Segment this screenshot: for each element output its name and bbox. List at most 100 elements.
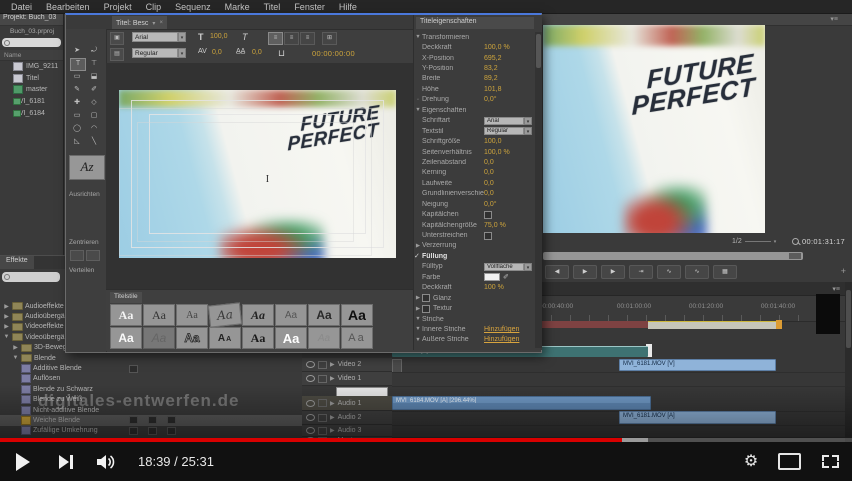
title-style-swatch-7[interactable]: Aa [308, 304, 340, 326]
twisty-icon[interactable]: ▼ [414, 337, 422, 343]
chevron-down-icon[interactable]: ▾ [178, 48, 186, 58]
chevron-down-icon[interactable]: ▾ [524, 262, 532, 271]
center-horizontal-button[interactable] [70, 250, 84, 261]
twisty-icon[interactable]: ▼ [414, 326, 422, 332]
chevron-down-icon[interactable]: ▾ [524, 127, 532, 136]
title-style-swatch-4[interactable]: Aa [207, 302, 243, 328]
transition-item-nicht-additive-blende[interactable]: Nicht-additive Blende [0, 405, 302, 415]
twisty-icon[interactable]: ▶ [414, 243, 422, 249]
project-item-master[interactable]: master [0, 84, 63, 96]
title-style-swatch-3[interactable]: Aa [176, 304, 208, 326]
align-right-button[interactable]: ≡ [300, 32, 315, 45]
prop-value[interactable]: 0,0 [484, 180, 494, 187]
monitor-timecode[interactable]: 00:01:31:17 [802, 237, 845, 246]
menu-item-bearbeiten[interactable]: Bearbeiten [39, 2, 97, 12]
timeline-vertical-scrollbar[interactable] [845, 282, 852, 443]
lock-icon[interactable] [318, 426, 327, 435]
menu-item-fenster[interactable]: Fenster [287, 2, 332, 12]
twisty-icon[interactable]: ▶ [414, 306, 422, 312]
add-stroke-link[interactable]: Hinzufügen [484, 336, 519, 343]
new-title-button[interactable]: ▣ [110, 32, 124, 45]
export-frame-button[interactable]: ▦ [713, 264, 737, 279]
twisty-icon[interactable]: ▶ [3, 303, 10, 310]
prop-value[interactable]: 0,0 [484, 169, 494, 176]
monitor-zoom-scrollbar[interactable] [543, 252, 803, 260]
zoom-level-dropdown[interactable]: 1/2 ▾ [732, 238, 776, 245]
rotation-tool[interactable]: ⤾ [87, 45, 101, 56]
title-style-swatch-2[interactable]: Aa [143, 304, 175, 326]
zoom-slider[interactable] [744, 241, 771, 242]
prop-value[interactable]: 695,2 [484, 55, 502, 62]
track-header-video-1[interactable]: ▶ Video 1 [302, 372, 392, 386]
twisty-icon[interactable]: ▶ [330, 361, 335, 368]
transition-item-blende-zu-schwarz[interactable]: Blende zu Schwarz [0, 384, 302, 394]
twisty-icon[interactable]: ▼ [414, 107, 422, 113]
checkbox[interactable] [422, 294, 430, 303]
eye-icon[interactable] [306, 414, 315, 421]
scrollbar-thumb[interactable] [536, 34, 541, 68]
delete-anchor-tool[interactable]: ◇ [87, 97, 101, 108]
menu-item-titel[interactable]: Titel [257, 2, 288, 12]
prop-value[interactable]: 0,0° [484, 96, 497, 103]
wedge-tool[interactable]: ◺ [70, 136, 84, 147]
arc-tool[interactable]: ◠ [87, 123, 101, 134]
checkbox[interactable] [484, 210, 492, 219]
prop-value[interactable]: 83,2 [484, 65, 498, 72]
title-properties-tab[interactable]: Titeleigenschaften [416, 17, 534, 29]
line-tool[interactable]: ╲ [87, 136, 101, 147]
project-search-input[interactable] [2, 38, 61, 47]
twisty-icon[interactable]: ▶ [414, 295, 422, 301]
lock-icon[interactable] [318, 413, 327, 422]
twisty-icon[interactable]: ▼ [414, 316, 422, 322]
checkbox[interactable] [484, 231, 492, 240]
transition-item-weiche-blende[interactable]: Weiche Blende [0, 415, 302, 426]
align-center-button[interactable]: ≡ [284, 32, 299, 45]
miniplayer-button[interactable] [770, 443, 808, 481]
twisty-icon[interactable]: ▼ [12, 355, 19, 361]
align-left-button[interactable]: ≡ [268, 32, 283, 45]
menu-item-hilfe[interactable]: Hilfe [332, 2, 364, 12]
twisty-icon[interactable]: ▶ [330, 375, 335, 382]
title-style-swatch-8[interactable]: Aa [341, 304, 373, 326]
prop-value[interactable]: 100,0 [484, 138, 502, 145]
eye-icon[interactable] [306, 427, 315, 434]
timeline-clip-mvi-6181-mov-a[interactable]: MVI_6181.MOV [A] [619, 411, 776, 424]
add-button[interactable]: + [841, 266, 846, 276]
title-style-swatch-14[interactable]: Aa [275, 327, 307, 349]
project-item-img-9211[interactable]: IMG_9211 [0, 61, 63, 73]
twisty-icon[interactable]: ▶ [12, 344, 19, 351]
project-item-mvi-6184[interactable]: MVI_6184 [0, 107, 63, 119]
chevron-down-icon[interactable]: ▾ [524, 116, 532, 125]
chevron-down-icon[interactable]: ▾ [178, 32, 186, 42]
lock-icon[interactable] [318, 360, 327, 369]
schriftart-select[interactable]: Arial [484, 116, 524, 125]
play-button[interactable]: ▶ [573, 264, 597, 279]
twisty-icon[interactable]: ▶ [3, 313, 10, 320]
twisty-icon[interactable]: ▼ [3, 334, 10, 340]
prop-value[interactable]: 75,0 % [484, 222, 506, 229]
roll-crawl-options-button[interactable]: ▤ [110, 48, 124, 61]
step-back-button[interactable]: ◀ [545, 264, 569, 279]
effects-group-blende[interactable]: ▼ Blende [0, 353, 302, 363]
transition-item-zuf-llige-umkehrung[interactable]: Zufällige Umkehrung [0, 426, 302, 436]
close-icon[interactable]: × [159, 20, 163, 26]
project-item-mvi-6181[interactable]: MVI_6181 [0, 96, 63, 108]
go-to-edit-button[interactable]: ⇥ [629, 264, 653, 279]
menu-item-clip[interactable]: Clip [139, 2, 169, 12]
rectangle-tool[interactable]: ▭ [70, 110, 84, 121]
title-styles-tab[interactable]: Titelstile [110, 292, 142, 303]
project-item-titel[interactable]: Titel [0, 73, 63, 85]
checked-icon[interactable]: ✓ [414, 252, 422, 260]
eyedropper-icon[interactable]: ✐ [503, 273, 509, 281]
title-style-swatch-10[interactable]: Aa [143, 327, 175, 349]
twisty-icon[interactable]: ▶ [330, 427, 335, 434]
fullscreen-button[interactable] [808, 443, 852, 481]
work-area-bar[interactable] [648, 321, 776, 329]
title-style-swatch-5[interactable]: Aa [242, 304, 274, 326]
prop-value[interactable]: 100,0 % [484, 44, 510, 51]
textstil-select[interactable]: Regular [484, 127, 524, 136]
eye-icon[interactable] [306, 375, 315, 382]
prop-value[interactable]: 100 % [484, 284, 504, 291]
track-header-audio-1[interactable]: ▶ Audio 1 [302, 396, 392, 411]
eye-icon[interactable] [306, 361, 315, 368]
